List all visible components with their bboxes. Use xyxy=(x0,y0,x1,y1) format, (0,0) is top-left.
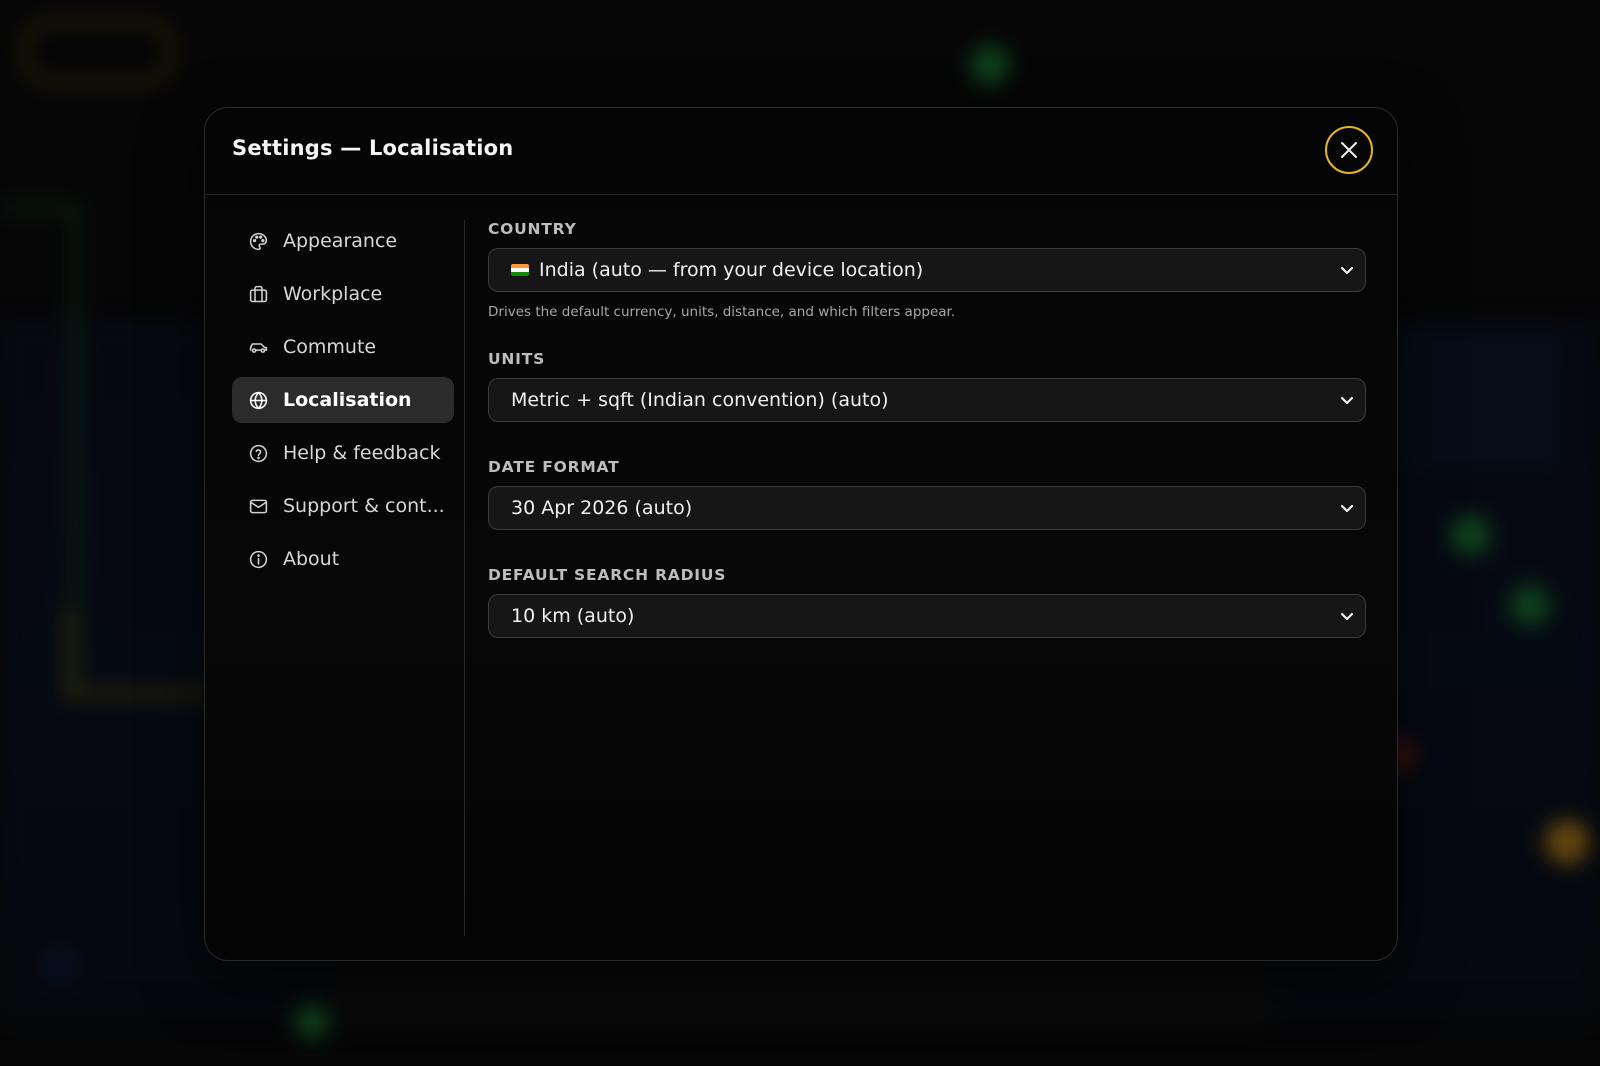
settings-modal: Settings — Localisation Appearance Workp… xyxy=(204,107,1398,961)
sidebar-item-label: Workplace xyxy=(283,283,383,305)
date-format-field: DATE FORMAT 30 Apr 2026 (auto) xyxy=(488,458,1366,530)
search-radius-select[interactable]: 10 km (auto) xyxy=(488,594,1366,638)
globe-icon xyxy=(247,389,269,411)
palette-icon xyxy=(247,230,269,252)
modal-header: Settings — Localisation xyxy=(205,108,1397,195)
sidebar-item-workplace[interactable]: Workplace xyxy=(232,271,454,317)
sidebar-divider xyxy=(464,220,465,936)
units-field: UNITS Metric + sqft (Indian convention) … xyxy=(488,350,1366,422)
help-circle-icon xyxy=(247,442,269,464)
country-select-value: India (auto — from your device location) xyxy=(539,259,924,281)
chevron-down-icon xyxy=(1340,504,1354,513)
sidebar-item-appearance[interactable]: Appearance xyxy=(232,218,454,264)
country-select[interactable]: India (auto — from your device location) xyxy=(488,248,1366,292)
units-label: UNITS xyxy=(488,350,546,368)
search-radius-select-value: 10 km (auto) xyxy=(511,605,635,627)
chevron-down-icon xyxy=(1340,266,1354,275)
close-button[interactable] xyxy=(1325,126,1373,174)
close-icon xyxy=(1341,142,1357,158)
car-icon xyxy=(247,336,269,358)
country-hint: Drives the default currency, units, dist… xyxy=(488,304,956,320)
mail-icon xyxy=(247,495,269,517)
settings-sidebar: Appearance Workplace Commute Localisatio… xyxy=(232,218,454,589)
sidebar-item-help[interactable]: Help & feedback xyxy=(232,430,454,476)
sidebar-item-about[interactable]: About xyxy=(232,536,454,582)
search-radius-label: DEFAULT SEARCH RADIUS xyxy=(488,566,727,584)
country-label: COUNTRY xyxy=(488,220,577,238)
chevron-down-icon xyxy=(1340,396,1354,405)
briefcase-icon xyxy=(247,283,269,305)
country-field: COUNTRY India (auto — from your device l… xyxy=(488,220,1366,320)
sidebar-item-commute[interactable]: Commute xyxy=(232,324,454,370)
sidebar-item-label: Help & feedback xyxy=(283,442,441,464)
sidebar-item-support[interactable]: Support & cont... xyxy=(232,483,454,529)
sidebar-item-label: Support & cont... xyxy=(283,495,445,517)
info-icon xyxy=(247,548,269,570)
date-format-label: DATE FORMAT xyxy=(488,458,620,476)
date-format-select-value: 30 Apr 2026 (auto) xyxy=(511,497,693,519)
sidebar-item-localisation[interactable]: Localisation xyxy=(232,377,454,423)
chevron-down-icon xyxy=(1340,612,1354,621)
search-radius-field: DEFAULT SEARCH RADIUS 10 km (auto) xyxy=(488,566,1366,638)
units-select[interactable]: Metric + sqft (Indian convention) (auto) xyxy=(488,378,1366,422)
sidebar-item-label: Localisation xyxy=(283,389,412,411)
date-format-select[interactable]: 30 Apr 2026 (auto) xyxy=(488,486,1366,530)
units-select-value: Metric + sqft (Indian convention) (auto) xyxy=(511,389,889,411)
india-flag-icon xyxy=(511,264,529,276)
sidebar-item-label: Commute xyxy=(283,336,377,358)
modal-title: Settings — Localisation xyxy=(232,136,514,160)
localisation-settings: COUNTRY India (auto — from your device l… xyxy=(488,220,1366,674)
sidebar-item-label: About xyxy=(283,548,340,570)
sidebar-item-label: Appearance xyxy=(283,230,398,252)
